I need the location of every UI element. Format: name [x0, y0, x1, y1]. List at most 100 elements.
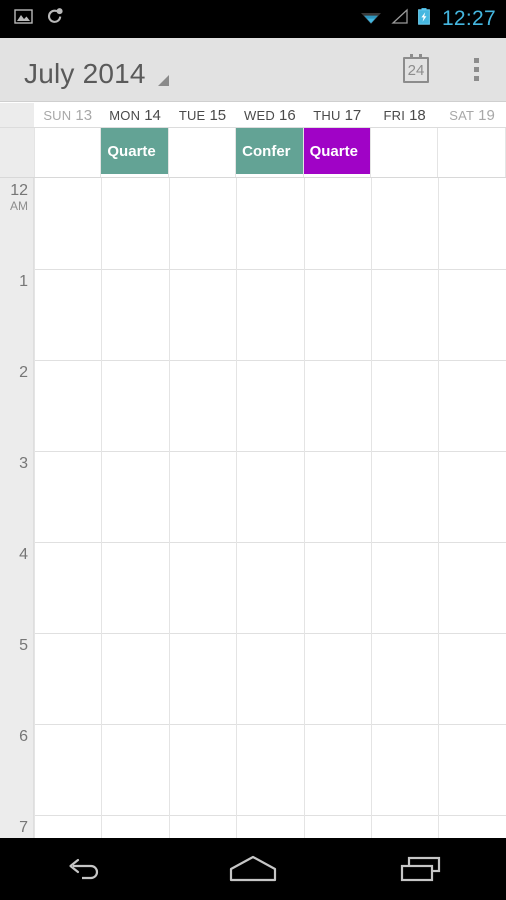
week-day-header: SUN 13 MON 14 TUE 15 WED 16 THU 17 FRI 18 SAT 19	[0, 103, 506, 128]
day-column-divider	[438, 178, 439, 838]
hour-number: 3	[19, 455, 28, 472]
cell-signal-icon	[390, 7, 410, 31]
hour-label-5: 5	[0, 637, 28, 654]
overflow-dot-3	[473, 76, 479, 81]
day-number-label: 15	[209, 106, 227, 124]
screenshot-image-icon	[14, 7, 33, 31]
calendar-ring-left	[410, 53, 413, 59]
day-header-wed-16[interactable]: WED 16	[236, 103, 304, 127]
all-day-cell-sat[interactable]	[438, 128, 506, 177]
all-day-columns: Quarte Confer Quarte	[34, 128, 506, 177]
day-header-mon-14[interactable]: MON 14	[101, 103, 169, 127]
day-header-thu-17[interactable]: THU 17	[303, 103, 371, 127]
hour-divider-line	[34, 451, 506, 452]
day-number-label: 17	[344, 106, 362, 124]
hour-number: 2	[19, 364, 28, 381]
hour-number: 5	[19, 637, 28, 654]
day-header-sat-19[interactable]: SAT 19	[438, 103, 506, 127]
calendar-today-icon: 24	[403, 53, 429, 83]
day-of-week-label: THU	[313, 107, 341, 123]
event-title: Confer	[242, 142, 291, 160]
go-to-today-button[interactable]: 24	[386, 38, 446, 102]
day-of-week-label: SAT	[449, 107, 475, 123]
hour-divider-line	[34, 542, 506, 543]
hour-number: 12	[10, 182, 28, 199]
back-button[interactable]	[0, 838, 169, 900]
recent-apps-icon	[400, 856, 440, 882]
status-bar-notification-icons	[14, 7, 65, 31]
day-of-week-label: TUE	[178, 107, 206, 123]
day-of-week-label: WED	[244, 107, 275, 123]
hour-number: 7	[19, 819, 28, 836]
view-selector-spinner[interactable]: July 2014	[24, 38, 169, 101]
action-bar: July 2014 24	[0, 38, 506, 102]
all-day-cell-mon[interactable]: Quarte	[101, 128, 169, 177]
hour-number: 6	[19, 728, 28, 745]
recents-button[interactable]	[337, 838, 506, 900]
android-screen: 12:27 July 2014 24 SUN 13 MON 14 TUE 15 …	[0, 0, 506, 900]
all-day-cell-thu[interactable]: Quarte	[303, 128, 371, 177]
all-day-cell-sun[interactable]	[34, 128, 102, 177]
day-column-divider	[101, 178, 102, 838]
all-day-cell-tue[interactable]	[169, 128, 237, 177]
sync-icon	[45, 7, 65, 31]
all-day-event-chip[interactable]: Confer	[236, 128, 303, 174]
time-grid[interactable]: 12 AM 1 2 3 4 5 6 7	[0, 178, 506, 838]
day-header-sun-13[interactable]: SUN 13	[34, 103, 102, 127]
all-day-cell-fri[interactable]	[371, 128, 439, 177]
hour-label-7: 7	[0, 819, 28, 836]
day-column-divider	[236, 178, 237, 838]
day-of-week-label: FRI	[383, 107, 406, 123]
day-columns-grid[interactable]	[34, 178, 506, 838]
calendar-ring-right	[419, 53, 422, 59]
hour-label-12-am: 12 AM	[0, 182, 28, 213]
system-navigation-bar	[0, 838, 506, 900]
overflow-dots-icon	[473, 58, 479, 81]
hour-label-gutter: 12 AM 1 2 3 4 5 6 7	[0, 178, 34, 838]
hour-label-4: 4	[0, 546, 28, 563]
overflow-dot-1	[473, 58, 479, 63]
day-header-fri-18[interactable]: FRI 18	[370, 103, 439, 127]
hour-divider-line	[34, 633, 506, 634]
chevron-down-icon	[157, 75, 169, 86]
today-date-number: 24	[407, 61, 425, 79]
back-arrow-icon	[69, 858, 99, 880]
day-column-divider	[169, 178, 170, 838]
hour-number: 4	[19, 546, 28, 563]
day-header-tue-15[interactable]: TUE 15	[168, 103, 237, 127]
all-day-event-chip[interactable]: Quarte	[303, 128, 370, 174]
event-title: Quarte	[309, 142, 358, 160]
day-of-week-label: SUN	[43, 107, 72, 123]
overflow-menu-button[interactable]	[446, 38, 506, 102]
day-of-week-label: MON	[109, 107, 141, 123]
hour-divider-line	[34, 815, 506, 816]
all-day-gutter	[0, 128, 34, 177]
day-column-divider	[34, 178, 35, 838]
status-bar-clock: 12:27	[441, 7, 496, 30]
day-number-label: 19	[478, 106, 495, 124]
all-day-cell-wed[interactable]: Confer	[236, 128, 304, 177]
day-column-divider	[304, 178, 305, 838]
home-button[interactable]	[169, 838, 338, 900]
day-number-label: 14	[144, 106, 161, 124]
all-day-event-chip[interactable]: Quarte	[101, 128, 168, 174]
hour-label-6: 6	[0, 728, 28, 745]
hour-label-1: 1	[0, 273, 28, 290]
home-icon	[229, 855, 277, 882]
page-title: July 2014	[24, 58, 146, 89]
day-column-divider	[371, 178, 372, 838]
event-title: Quarte	[107, 142, 156, 160]
day-number-label: 18	[409, 106, 426, 124]
hour-label-3: 3	[0, 455, 28, 472]
hour-label-2: 2	[0, 364, 28, 381]
overflow-dot-2	[473, 67, 479, 72]
day-number-label: 13	[75, 106, 93, 124]
day-header-gutter	[0, 103, 34, 127]
hour-divider-line	[34, 360, 506, 361]
status-bar: 12:27	[0, 0, 506, 38]
all-day-events-row: Quarte Confer Quarte	[0, 128, 506, 178]
hour-divider-line	[34, 724, 506, 725]
status-bar-system-icons: 12:27	[359, 7, 496, 31]
hour-number: 1	[19, 273, 28, 290]
day-number-label: 16	[278, 106, 296, 124]
